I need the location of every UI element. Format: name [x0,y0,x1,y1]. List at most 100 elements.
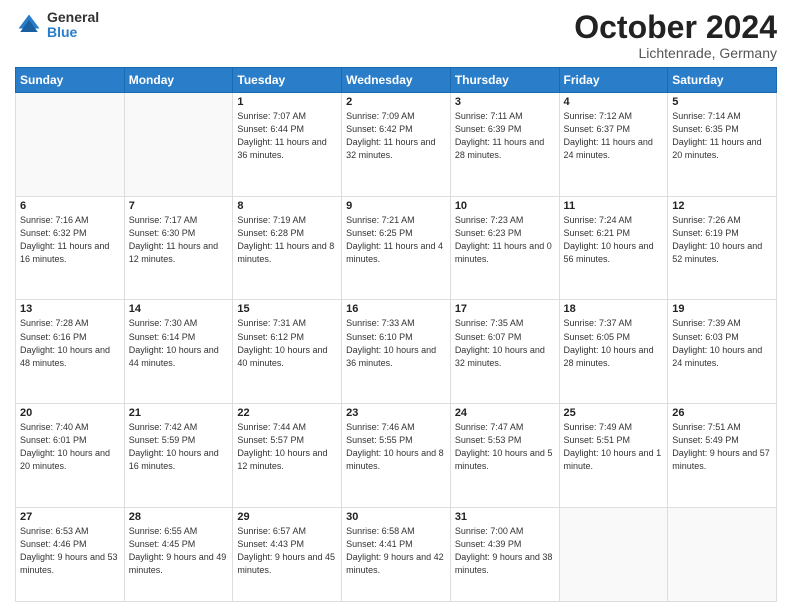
day-detail: Sunrise: 7:35 AM Sunset: 6:07 PM Dayligh… [455,317,555,369]
calendar-week-row: 13 Sunrise: 7:28 AM Sunset: 6:16 PM Dayli… [16,300,777,404]
table-row: 12 Sunrise: 7:26 AM Sunset: 6:19 PM Dayli… [668,196,777,300]
table-row: 4 Sunrise: 7:12 AM Sunset: 6:37 PM Daylig… [559,93,668,197]
table-row: 18Sunrise: 7:37 AM Sunset: 6:05 PM Dayli… [559,300,668,404]
table-row: 30 Sunrise: 6:58 AM Sunset: 4:41 PM Dayli… [342,507,451,601]
table-row: 25Sunrise: 7:49 AM Sunset: 5:51 PM Dayli… [559,404,668,508]
day-detail: Sunrise: 6:55 AM Sunset: 4:45 PM Dayligh… [129,525,229,577]
calendar-week-row: 20 Sunrise: 7:40 AM Sunset: 6:01 PM Dayli… [16,404,777,508]
table-row [124,93,233,197]
day-number: 15 [237,303,337,315]
table-row: 3Sunrise: 7:11 AM Sunset: 6:39 PM Daylig… [450,93,559,197]
header-saturday: Saturday [668,68,777,93]
page: General Blue October 2024 Lichtenrade, G… [0,0,792,612]
day-number: 17 [455,303,555,315]
day-number: 12 [672,200,772,212]
title-block: October 2024 Lichtenrade, Germany [574,10,777,61]
table-row: 14Sunrise: 7:30 AM Sunset: 6:14 PM Dayli… [124,300,233,404]
header-friday: Friday [559,68,668,93]
day-detail: Sunrise: 7:28 AM Sunset: 6:16 PM Dayligh… [20,317,120,369]
table-row: 19 Sunrise: 7:39 AM Sunset: 6:03 PM Dayli… [668,300,777,404]
day-number: 4 [564,96,664,108]
day-number: 8 [237,200,337,212]
table-row: 8Sunrise: 7:19 AM Sunset: 6:28 PM Daylig… [233,196,342,300]
table-row: 22Sunrise: 7:44 AM Sunset: 5:57 PM Dayli… [233,404,342,508]
table-row: 31Sunrise: 7:00 AM Sunset: 4:39 PM Dayli… [450,507,559,601]
table-row: 11 Sunrise: 7:24 AM Sunset: 6:21 PM Dayli… [559,196,668,300]
table-row: 7 Sunrise: 7:17 AM Sunset: 6:30 PM Daylig… [124,196,233,300]
day-number: 14 [129,303,229,315]
header-monday: Monday [124,68,233,93]
table-row [16,93,125,197]
day-detail: Sunrise: 7:00 AM Sunset: 4:39 PM Dayligh… [455,525,555,577]
day-detail: Sunrise: 7:17 AM Sunset: 6:30 PM Dayligh… [129,214,229,266]
day-detail: Sunrise: 7:44 AM Sunset: 5:57 PM Dayligh… [237,421,337,473]
logo-text: General Blue [47,10,99,41]
calendar-week-row: 6 Sunrise: 7:16 AM Sunset: 6:32 PM Daylig… [16,196,777,300]
table-row: 6 Sunrise: 7:16 AM Sunset: 6:32 PM Daylig… [16,196,125,300]
day-detail: Sunrise: 7:24 AM Sunset: 6:21 PM Dayligh… [564,214,664,266]
day-number: 11 [564,200,664,212]
day-detail: Sunrise: 7:37 AM Sunset: 6:05 PM Dayligh… [564,317,664,369]
table-row: 2Sunrise: 7:09 AM Sunset: 6:42 PM Daylig… [342,93,451,197]
day-detail: Sunrise: 7:23 AM Sunset: 6:23 PM Dayligh… [455,214,555,266]
day-number: 25 [564,407,664,419]
day-number: 26 [672,407,772,419]
day-detail: Sunrise: 7:47 AM Sunset: 5:53 PM Dayligh… [455,421,555,473]
day-number: 9 [346,200,446,212]
table-row: 26Sunrise: 7:51 AM Sunset: 5:49 PM Dayli… [668,404,777,508]
header-thursday: Thursday [450,68,559,93]
logo: General Blue [15,10,99,41]
day-number: 2 [346,96,446,108]
table-row: 9 Sunrise: 7:21 AM Sunset: 6:25 PM Daylig… [342,196,451,300]
header-sunday: Sunday [16,68,125,93]
header-wednesday: Wednesday [342,68,451,93]
table-row: 23 Sunrise: 7:46 AM Sunset: 5:55 PM Dayli… [342,404,451,508]
weekday-header-row: Sunday Monday Tuesday Wednesday Thursday… [16,68,777,93]
day-detail: Sunrise: 6:58 AM Sunset: 4:41 PM Dayligh… [346,525,446,577]
day-detail: Sunrise: 7:33 AM Sunset: 6:10 PM Dayligh… [346,317,446,369]
table-row: 15Sunrise: 7:31 AM Sunset: 6:12 PM Dayli… [233,300,342,404]
day-number: 6 [20,200,120,212]
logo-icon [15,11,43,39]
header: General Blue October 2024 Lichtenrade, G… [15,10,777,61]
table-row: 29 Sunrise: 6:57 AM Sunset: 4:43 PM Dayli… [233,507,342,601]
day-detail: Sunrise: 7:42 AM Sunset: 5:59 PM Dayligh… [129,421,229,473]
logo-blue-text: Blue [47,25,99,40]
day-detail: Sunrise: 7:16 AM Sunset: 6:32 PM Dayligh… [20,214,120,266]
day-number: 29 [237,511,337,523]
calendar-week-row: 27Sunrise: 6:53 AM Sunset: 4:46 PM Dayli… [16,507,777,601]
day-detail: Sunrise: 7:26 AM Sunset: 6:19 PM Dayligh… [672,214,772,266]
day-number: 5 [672,96,772,108]
day-number: 30 [346,511,446,523]
table-row [559,507,668,601]
table-row: 17 Sunrise: 7:35 AM Sunset: 6:07 PM Dayli… [450,300,559,404]
day-detail: Sunrise: 7:39 AM Sunset: 6:03 PM Dayligh… [672,317,772,369]
day-number: 27 [20,511,120,523]
day-detail: Sunrise: 7:46 AM Sunset: 5:55 PM Dayligh… [346,421,446,473]
day-number: 7 [129,200,229,212]
table-row [668,507,777,601]
calendar-title: October 2024 [574,10,777,45]
day-number: 19 [672,303,772,315]
day-number: 28 [129,511,229,523]
day-number: 13 [20,303,120,315]
table-row: 13 Sunrise: 7:28 AM Sunset: 6:16 PM Dayli… [16,300,125,404]
table-row: 21Sunrise: 7:42 AM Sunset: 5:59 PM Dayli… [124,404,233,508]
table-row: 5Sunrise: 7:14 AM Sunset: 6:35 PM Daylig… [668,93,777,197]
day-number: 20 [20,407,120,419]
table-row: 20 Sunrise: 7:40 AM Sunset: 6:01 PM Dayli… [16,404,125,508]
table-row: 27Sunrise: 6:53 AM Sunset: 4:46 PM Dayli… [16,507,125,601]
day-detail: Sunrise: 7:21 AM Sunset: 6:25 PM Dayligh… [346,214,446,266]
table-row: 10Sunrise: 7:23 AM Sunset: 6:23 PM Dayli… [450,196,559,300]
logo-general-text: General [47,10,99,25]
calendar-table: Sunday Monday Tuesday Wednesday Thursday… [15,67,777,602]
table-row: 24Sunrise: 7:47 AM Sunset: 5:53 PM Dayli… [450,404,559,508]
calendar-week-row: 1Sunrise: 7:07 AM Sunset: 6:44 PM Daylig… [16,93,777,197]
day-detail: Sunrise: 6:57 AM Sunset: 4:43 PM Dayligh… [237,525,337,577]
day-detail: Sunrise: 7:40 AM Sunset: 6:01 PM Dayligh… [20,421,120,473]
header-tuesday: Tuesday [233,68,342,93]
day-detail: Sunrise: 7:12 AM Sunset: 6:37 PM Dayligh… [564,110,664,162]
day-number: 23 [346,407,446,419]
day-detail: Sunrise: 7:11 AM Sunset: 6:39 PM Dayligh… [455,110,555,162]
table-row: 1Sunrise: 7:07 AM Sunset: 6:44 PM Daylig… [233,93,342,197]
